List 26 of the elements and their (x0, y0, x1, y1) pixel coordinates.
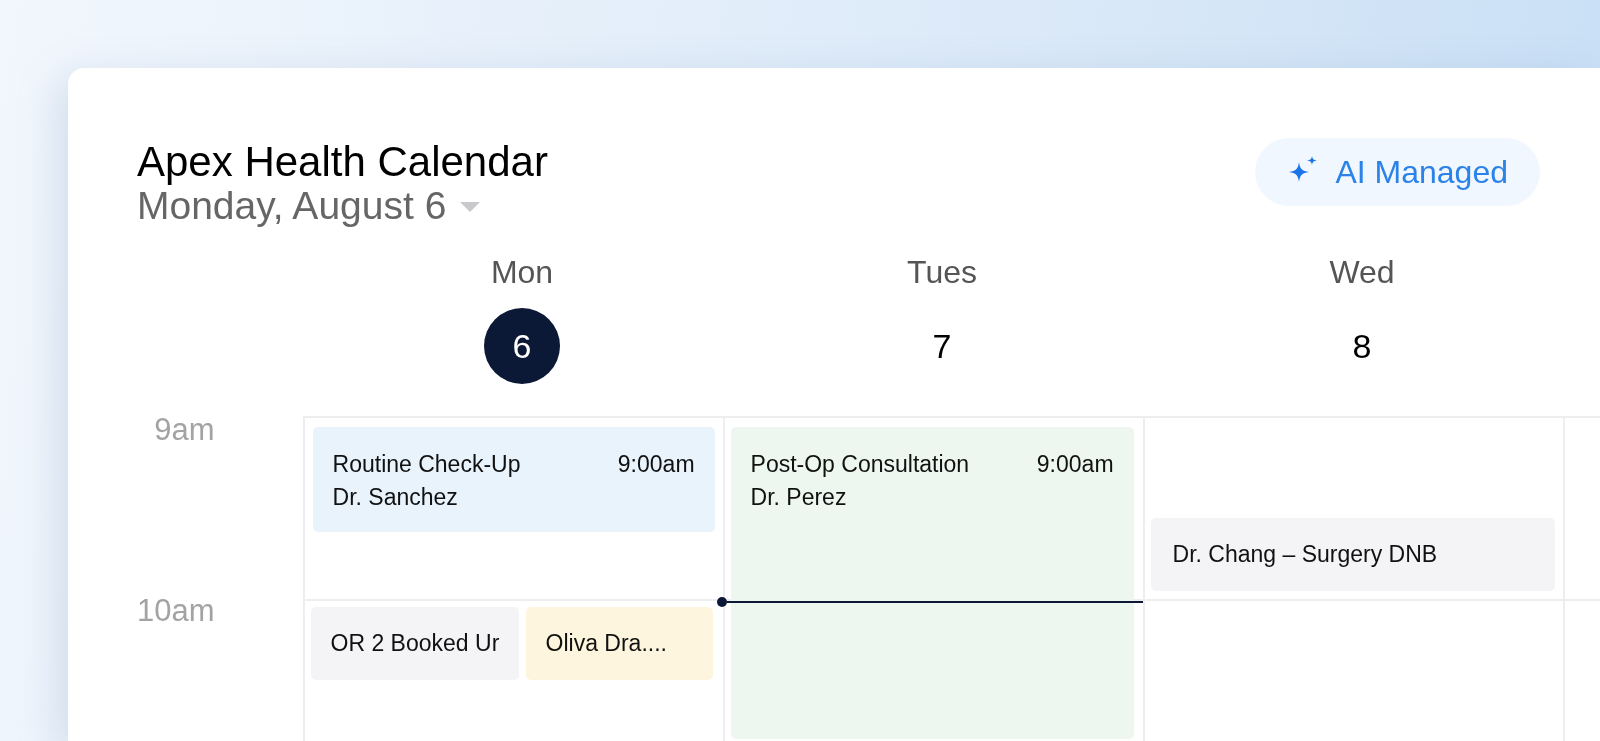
appointment-card[interactable]: Routine Check-Up 9:00am Dr. Sanchez (312, 427, 715, 532)
event-doctor: Dr. Sanchez (332, 484, 459, 511)
event-title: Dr. Chang – Surgery DNB (1172, 541, 1438, 568)
day-name: Tues (907, 254, 977, 290)
day-name: Wed (1329, 254, 1395, 290)
day-number[interactable]: 8 (1324, 308, 1400, 384)
event-title: Routine Check-Up (332, 451, 521, 478)
caret-icon (460, 202, 481, 212)
event-block[interactable]: OR 2 Booked Ur (310, 607, 519, 680)
event-time: 9:00am (1036, 451, 1114, 478)
event-block[interactable]: Dr. Chang – Surgery DNB (1150, 518, 1555, 591)
day-number[interactable]: 6 (484, 308, 560, 384)
event-doctor: Dr. Perez (750, 484, 848, 511)
event-title: OR 2 Booked Ur (330, 630, 500, 657)
time-label: 10am (137, 593, 215, 628)
calendar-title: Apex Health Calendar (137, 140, 548, 184)
event-title: Post-Op Consultation (750, 451, 970, 478)
day-number[interactable]: 7 (904, 308, 980, 384)
event-time: 9:00am (617, 451, 695, 478)
time-label: 9am (154, 412, 215, 447)
day-name: Mon (490, 254, 554, 290)
event-title: Oliva Dra.... (545, 630, 667, 657)
appointment-card[interactable]: Post-Op Consultation 9:00am Dr. Perez (730, 427, 1134, 739)
date-picker[interactable]: Monday, August 6 (137, 184, 548, 228)
event-block[interactable]: Oliva Dra.... (525, 607, 713, 680)
ai-managed-button[interactable]: AI Managed (1255, 138, 1540, 206)
